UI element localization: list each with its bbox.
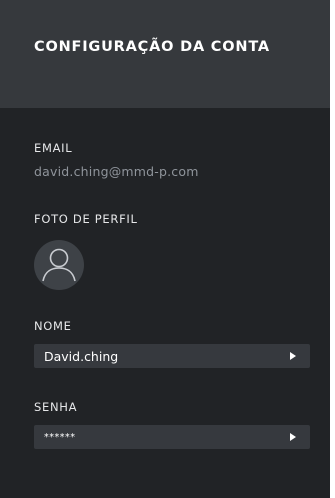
name-value: David.ching: [44, 348, 119, 364]
name-field[interactable]: David.ching: [34, 344, 310, 368]
email-value: david.ching@mmd-p.com: [34, 164, 199, 179]
name-label: NOME: [34, 319, 72, 333]
password-value: ******: [44, 431, 76, 443]
password-label: SENHA: [34, 400, 78, 414]
avatar[interactable]: [34, 240, 84, 290]
triangle-right-icon: [290, 433, 296, 441]
email-label: EMAIL: [34, 141, 73, 155]
password-field[interactable]: ******: [34, 425, 310, 449]
profile-photo-label: FOTO DE PERFIL: [34, 212, 138, 226]
user-icon: [42, 248, 76, 282]
page-title: CONFIGURAÇÃO DA CONTA: [34, 39, 270, 55]
triangle-right-icon: [290, 352, 296, 360]
account-settings-panel: CONFIGURAÇÃO DA CONTA EMAIL david.ching@…: [0, 0, 330, 498]
panel-header: CONFIGURAÇÃO DA CONTA: [0, 0, 330, 108]
